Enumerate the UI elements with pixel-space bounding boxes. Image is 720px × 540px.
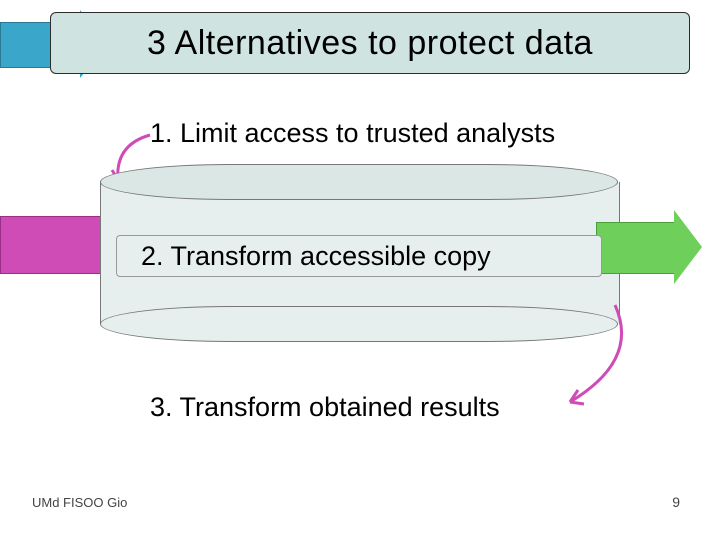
slide-title: 3 Alternatives to protect data	[147, 24, 593, 63]
page-number: 9	[672, 494, 680, 510]
title-box: 3 Alternatives to protect data	[50, 12, 690, 74]
slide: 3 Alternatives to protect data 1. Limit …	[0, 0, 720, 540]
alternative-1-label: 1. Limit access to trusted analysts	[150, 118, 555, 149]
alternative-3-label: 3. Transform obtained results	[150, 392, 500, 423]
footer-attribution: UMd FISOO Gio	[32, 495, 127, 510]
output-arrow-icon	[596, 210, 720, 284]
alternative-2-label: 2. Transform accessible copy	[141, 241, 491, 272]
alternative-2-box: 2. Transform accessible copy	[116, 235, 602, 277]
